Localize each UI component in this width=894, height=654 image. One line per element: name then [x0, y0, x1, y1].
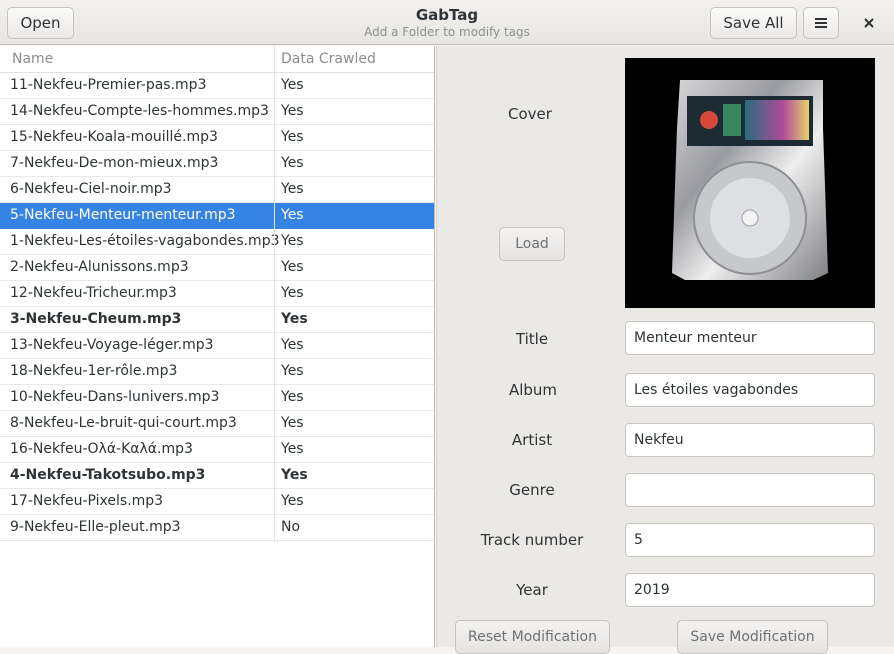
table-row[interactable]: 4-Nekfeu-Takotsubo.mp3 Yes	[0, 463, 434, 489]
window-title: GabTag	[415, 6, 479, 24]
table-row[interactable]: 1-Nekfeu-Les-étoiles-vagabondes.mp3 Yes	[0, 229, 434, 255]
hamburger-menu-icon	[815, 18, 827, 28]
artist-label: Artist	[511, 431, 553, 449]
close-button[interactable]	[858, 12, 880, 34]
table-row[interactable]: 7-Nekfeu-De-mon-mieux.mp3 Yes	[0, 151, 434, 177]
file-name-cell: 8-Nekfeu-Le-bruit-qui-court.mp3	[10, 415, 237, 431]
data-crawled-cell: Yes	[281, 337, 304, 353]
genre-field[interactable]	[625, 473, 875, 507]
file-name-cell: 4-Nekfeu-Takotsubo.mp3	[10, 467, 206, 483]
table-row[interactable]: 13-Nekfeu-Voyage-léger.mp3 Yes	[0, 333, 434, 359]
data-crawled-cell: Yes	[281, 467, 308, 483]
year-label: Year	[516, 581, 548, 599]
file-list[interactable]: Name Data Crawled 11-Nekfeu-Premier-pas.…	[0, 46, 435, 647]
data-crawled-cell: Yes	[281, 363, 304, 379]
data-crawled-cell: Yes	[281, 103, 304, 119]
list-header: Name Data Crawled	[0, 46, 434, 73]
album-label: Album	[508, 381, 558, 399]
file-name-cell: 10-Nekfeu-Dans-lunivers.mp3	[10, 389, 220, 405]
artist-field[interactable]	[625, 423, 875, 457]
file-name-cell: 18-Nekfeu-1er-rôle.mp3	[10, 363, 178, 379]
data-crawled-cell: Yes	[281, 285, 304, 301]
data-crawled-cell: Yes	[281, 207, 304, 223]
window-title-block: GabTag Add a Folder to modify tags	[247, 6, 647, 40]
cover-art	[672, 80, 828, 280]
data-crawled-cell: Yes	[281, 259, 304, 275]
file-name-cell: 12-Nekfeu-Tricheur.mp3	[10, 285, 177, 301]
close-icon	[864, 18, 874, 28]
open-button[interactable]: Open	[7, 7, 74, 39]
save-all-button[interactable]: Save All	[710, 7, 797, 39]
data-crawled-cell: Yes	[281, 493, 304, 509]
file-name-cell: 3-Nekfeu-Cheum.mp3	[10, 311, 182, 327]
data-crawled-cell: Yes	[281, 77, 304, 93]
cover-label: Cover	[508, 105, 552, 123]
table-row[interactable]: 12-Nekfeu-Tricheur.mp3 Yes	[0, 281, 434, 307]
file-name-cell: 14-Nekfeu-Compte-les-hommes.mp3	[10, 103, 269, 119]
file-name-cell: 6-Nekfeu-Ciel-noir.mp3	[10, 181, 172, 197]
file-name-cell: 13-Nekfeu-Voyage-léger.mp3	[10, 337, 214, 353]
table-row[interactable]: 2-Nekfeu-Alunissons.mp3 Yes	[0, 255, 434, 281]
column-separator	[274, 46, 275, 542]
cover-image	[625, 58, 875, 308]
table-row[interactable]: 5-Nekfeu-Menteur-menteur.mp3 Yes	[0, 203, 434, 229]
file-list-rows: 11-Nekfeu-Premier-pas.mp3 Yes 14-Nekfeu-Co…	[0, 73, 434, 541]
table-row[interactable]: 8-Nekfeu-Le-bruit-qui-court.mp3 Yes	[0, 411, 434, 437]
file-name-cell: 15-Nekfeu-Koala-mouillé.mp3	[10, 129, 218, 145]
file-name-cell: 9-Nekfeu-Elle-pleut.mp3	[10, 519, 181, 535]
data-crawled-cell: Yes	[281, 181, 304, 197]
table-row[interactable]: 11-Nekfeu-Premier-pas.mp3 Yes	[0, 73, 434, 99]
reset-modification-button[interactable]: Reset Modification	[455, 620, 610, 654]
title-field[interactable]	[625, 321, 875, 355]
title-label: Title	[515, 330, 549, 348]
file-name-cell: 1-Nekfeu-Les-étoiles-vagabondes.mp3	[10, 233, 280, 249]
table-row[interactable]: 16-Nekfeu-Ολά-Καλά.mp3 Yes	[0, 437, 434, 463]
table-row[interactable]: 3-Nekfeu-Cheum.mp3 Yes	[0, 307, 434, 333]
file-name-cell: 16-Nekfeu-Ολά-Καλά.mp3	[10, 441, 193, 457]
load-cover-button[interactable]: Load	[499, 227, 565, 261]
table-row[interactable]: 14-Nekfeu-Compte-les-hommes.mp3 Yes	[0, 99, 434, 125]
data-crawled-cell: Yes	[281, 441, 304, 457]
table-row[interactable]: 15-Nekfeu-Koala-mouillé.mp3 Yes	[0, 125, 434, 151]
menu-button[interactable]	[803, 7, 839, 39]
column-header-data-crawled[interactable]: Data Crawled	[281, 51, 376, 67]
file-name-cell: 7-Nekfeu-De-mon-mieux.mp3	[10, 155, 219, 171]
track-number-label: Track number	[480, 531, 584, 549]
file-name-cell: 17-Nekfeu-Pixels.mp3	[10, 493, 164, 509]
data-crawled-cell: Yes	[281, 155, 304, 171]
album-field[interactable]	[625, 373, 875, 407]
data-crawled-cell: Yes	[281, 415, 304, 431]
table-row[interactable]: 6-Nekfeu-Ciel-noir.mp3 Yes	[0, 177, 434, 203]
header-bar: Open GabTag Add a Folder to modify tags …	[0, 0, 894, 45]
file-name-cell: 11-Nekfeu-Premier-pas.mp3	[10, 77, 207, 93]
track-number-field[interactable]	[625, 523, 875, 557]
data-crawled-cell: Yes	[281, 129, 304, 145]
file-name-cell: 5-Nekfeu-Menteur-menteur.mp3	[10, 207, 236, 223]
data-crawled-cell: Yes	[281, 311, 308, 327]
data-crawled-cell: Yes	[281, 233, 304, 249]
table-row[interactable]: 9-Nekfeu-Elle-pleut.mp3 No	[0, 515, 434, 541]
data-crawled-cell: Yes	[281, 389, 304, 405]
genre-label: Genre	[509, 481, 555, 499]
file-name-cell: 2-Nekfeu-Alunissons.mp3	[10, 259, 189, 275]
table-row[interactable]: 10-Nekfeu-Dans-lunivers.mp3 Yes	[0, 385, 434, 411]
year-field[interactable]	[625, 573, 875, 607]
window-subtitle: Add a Folder to modify tags	[364, 25, 530, 39]
data-crawled-cell: No	[281, 519, 301, 535]
column-header-name[interactable]: Name	[12, 51, 53, 67]
table-row[interactable]: 18-Nekfeu-1er-rôle.mp3 Yes	[0, 359, 434, 385]
table-row[interactable]: 17-Nekfeu-Pixels.mp3 Yes	[0, 489, 434, 515]
save-modification-button[interactable]: Save Modification	[677, 620, 828, 654]
